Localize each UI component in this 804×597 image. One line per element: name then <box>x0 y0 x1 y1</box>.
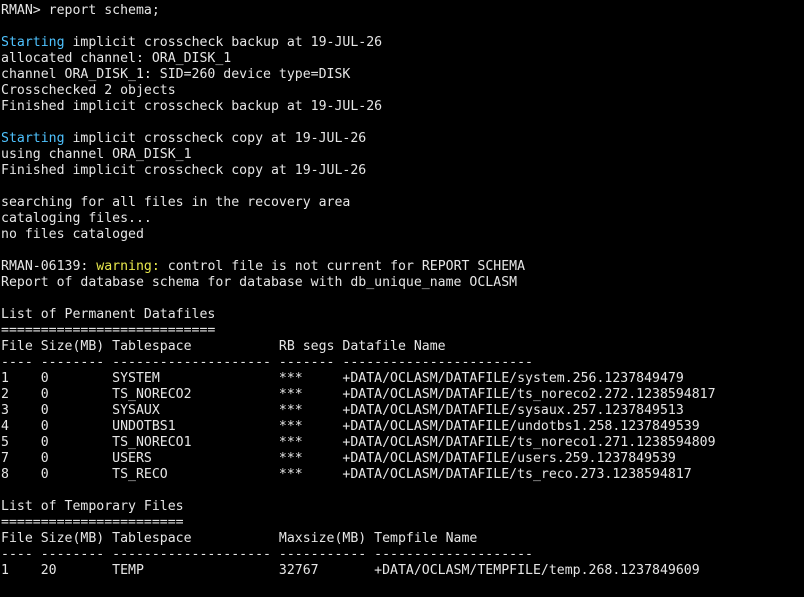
table-row: 5 0 TS_NORECO1 *** +DATA/OCLASM/DATAFILE… <box>1 435 716 450</box>
output-line: searching for all files in the recovery … <box>1 195 351 210</box>
temporary-files-title: List of Temporary Files <box>1 499 184 514</box>
output-line: Crosschecked 2 objects <box>1 83 176 98</box>
table-row: 8 0 TS_RECO *** +DATA/OCLASM/DATAFILE/ts… <box>1 467 692 482</box>
output-text: implicit crosscheck copy at 19-JUL-26 <box>64 131 367 146</box>
output-text: implicit crosscheck backup at 19-JUL-26 <box>64 35 383 50</box>
output-line: using channel ORA_DISK_1 <box>1 147 192 162</box>
table-separator: ---- -------- -------------------- -----… <box>1 547 533 562</box>
terminal-window[interactable]: RMAN> report schema; Starting implicit c… <box>0 0 804 597</box>
starting-keyword: Starting <box>1 131 65 146</box>
rman-prompt: RMAN> <box>1 3 41 18</box>
output-line: allocated channel: ORA_DISK_1 <box>1 51 232 66</box>
command-text: report schema; <box>40 3 160 18</box>
table-row: 1 20 TEMP 32767 +DATA/OCLASM/TEMPFILE/te… <box>1 563 700 578</box>
crosscheck-copy-start: Starting implicit crosscheck copy at 19-… <box>1 131 804 147</box>
table-header: File Size(MB) Tablespace RB segs Datafil… <box>1 339 446 354</box>
table-separator: ---- -------- -------------------- -----… <box>1 355 533 370</box>
command-line: RMAN> report schema; <box>1 3 804 19</box>
warning-line: RMAN-06139: warning: control file is not… <box>1 259 804 275</box>
crosscheck-backup-start: Starting implicit crosscheck backup at 1… <box>1 35 804 51</box>
output-line: Finished implicit crosscheck backup at 1… <box>1 99 383 114</box>
table-row: 3 0 SYSAUX *** +DATA/OCLASM/DATAFILE/sys… <box>1 403 684 418</box>
output-line: channel ORA_DISK_1: SID=260 device type=… <box>1 67 351 82</box>
table-row: 1 0 SYSTEM *** +DATA/OCLASM/DATAFILE/sys… <box>1 371 684 386</box>
report-header: Report of database schema for database w… <box>1 275 518 290</box>
title-underline: ======================= <box>1 515 184 530</box>
table-row: 4 0 UNDOTBS1 *** +DATA/OCLASM/DATAFILE/u… <box>1 419 700 434</box>
output-line: cataloging files... <box>1 211 152 226</box>
table-row: 7 0 USERS *** +DATA/OCLASM/DATAFILE/user… <box>1 451 676 466</box>
title-underline: =========================== <box>1 323 216 338</box>
warning-label: warning: <box>96 259 160 274</box>
output-line: Finished implicit crosscheck copy at 19-… <box>1 163 367 178</box>
output-line: no files cataloged <box>1 227 144 242</box>
starting-keyword: Starting <box>1 35 65 50</box>
warning-code: RMAN-06139: <box>1 259 89 274</box>
warning-message: control file is not current for REPORT S… <box>159 259 526 274</box>
table-row: 2 0 TS_NORECO2 *** +DATA/OCLASM/DATAFILE… <box>1 387 716 402</box>
permanent-datafiles-title: List of Permanent Datafiles <box>1 307 216 322</box>
table-header: File Size(MB) Tablespace Maxsize(MB) Tem… <box>1 531 478 546</box>
